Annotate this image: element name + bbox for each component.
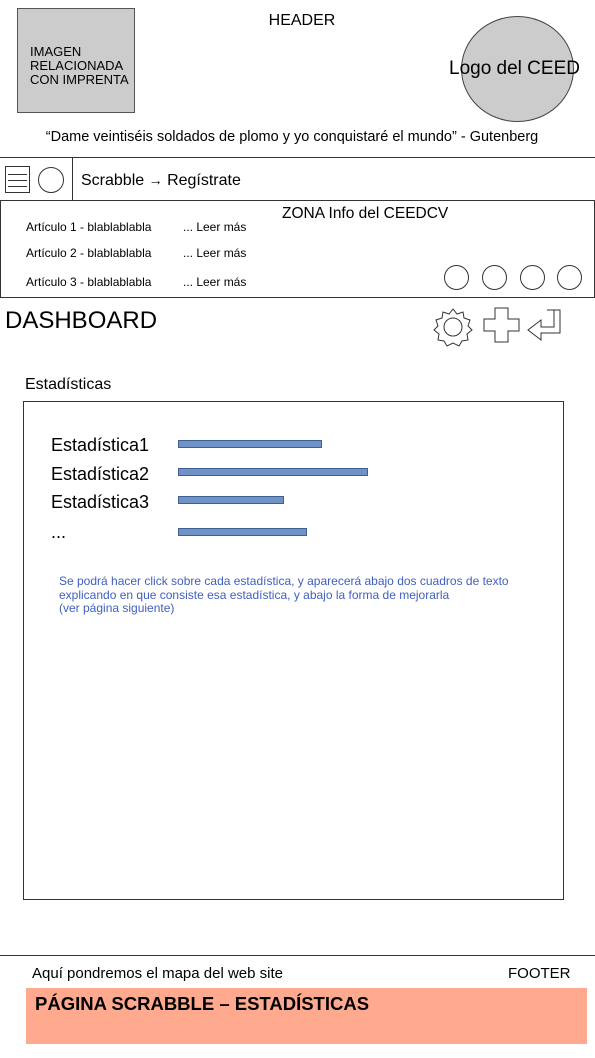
stat-label[interactable]: Estadística1: [51, 435, 149, 456]
logo-text[interactable]: Logo del CEED: [449, 58, 580, 80]
stat-bar[interactable]: [178, 528, 307, 536]
breadcrumb-item-scrabble[interactable]: Scrabble: [81, 172, 144, 189]
article-title[interactable]: Artículo 3 - blablablabla: [26, 275, 151, 289]
page-title: PÁGINA SCRABBLE – ESTADÍSTICAS: [35, 993, 370, 1014]
social-icon-1[interactable]: [444, 265, 469, 290]
article-title[interactable]: Artículo 1 - blablablabla: [26, 220, 151, 234]
image-placeholder-line: IMAGEN: [30, 44, 82, 59]
stats-note-line: (ver página siguiente): [59, 601, 175, 615]
stat-label[interactable]: Estadística2: [51, 464, 149, 485]
dashboard-title: DASHBOARD: [5, 307, 158, 334]
stat-label[interactable]: Estadística3: [51, 492, 149, 513]
stats-note-line: explicando en que consiste esa estadísti…: [59, 587, 450, 602]
footer-label: FOOTER: [508, 965, 571, 982]
gear-icon[interactable]: [433, 307, 473, 347]
stats-note: Se podrá hacer click sobre cada estadíst…: [59, 574, 539, 616]
article-title[interactable]: Artículo 2 - blablablabla: [26, 246, 151, 260]
header-image-placeholder: IMAGEN RELACIONADA CON IMPRENTA: [17, 8, 135, 113]
info-zone-title: ZONA Info del CEEDCV: [282, 205, 449, 222]
stats-section-label: Estadísticas: [25, 376, 112, 393]
image-placeholder-line: CON IMPRENTA: [30, 72, 129, 87]
social-icon-4[interactable]: [557, 265, 582, 290]
image-placeholder-line: RELACIONADA: [30, 58, 124, 73]
breadcrumb-item-register[interactable]: Regístrate: [167, 172, 241, 189]
enter-icon[interactable]: [527, 307, 562, 343]
read-more-link[interactable]: ... Leer más: [183, 220, 246, 234]
social-icon-2[interactable]: [482, 265, 507, 290]
stat-label[interactable]: ...: [51, 522, 66, 543]
stat-bar[interactable]: [178, 496, 284, 504]
breadcrumb-arrow-icon: →: [148, 172, 163, 188]
social-icon-3[interactable]: [520, 265, 545, 290]
hamburger-menu-icon[interactable]: [5, 166, 30, 193]
stats-note-line: Se podrá hacer click sobre cada estadíst…: [59, 574, 509, 588]
header-quote: “Dame veintiséis soldados de plomo y yo …: [45, 129, 539, 145]
stat-bar[interactable]: [178, 440, 322, 448]
footer-divider: [0, 955, 595, 956]
read-more-link[interactable]: ... Leer más: [183, 275, 246, 289]
read-more-link[interactable]: ... Leer más: [183, 246, 246, 260]
plus-icon[interactable]: [483, 307, 520, 343]
nav-divider: [72, 157, 73, 201]
stat-bar[interactable]: [178, 468, 368, 476]
sitemap-text: Aquí pondremos el mapa del web site: [32, 965, 283, 982]
user-icon[interactable]: [38, 167, 64, 193]
breadcrumb: Scrabble → Regístrate: [81, 172, 241, 190]
